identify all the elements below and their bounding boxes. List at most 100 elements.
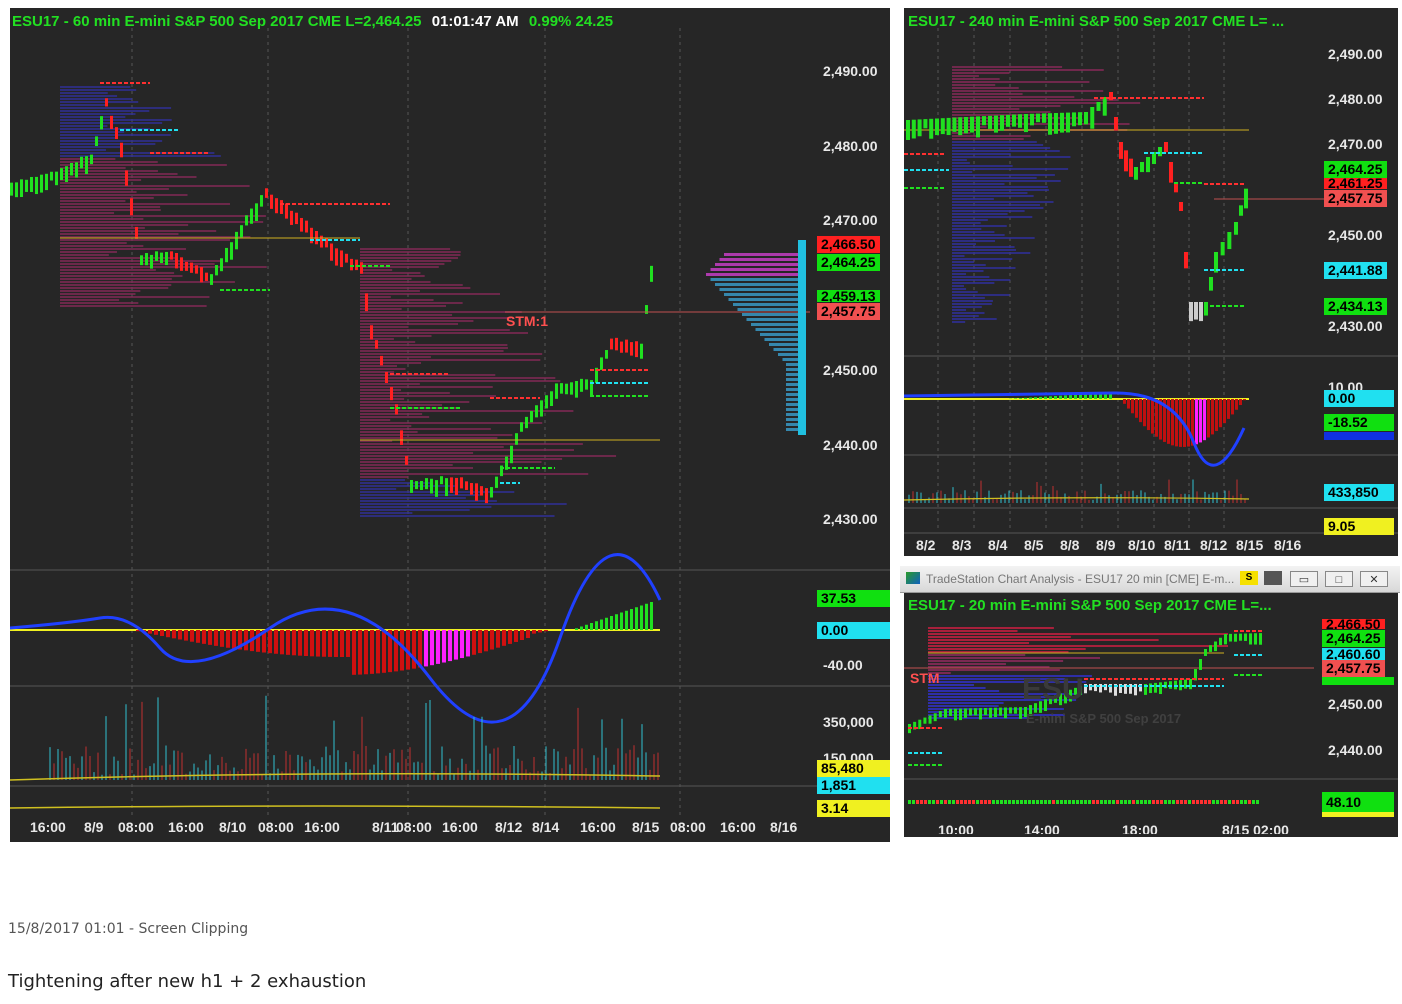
volume-profile-bar xyxy=(360,503,567,505)
candle xyxy=(75,162,78,178)
oscillator-bar xyxy=(1156,800,1159,804)
candle xyxy=(1204,649,1207,656)
oscillator-bar xyxy=(1079,394,1082,399)
candle xyxy=(650,265,653,282)
candle xyxy=(1184,252,1188,269)
time-axis-label: 8/4 xyxy=(988,537,1008,553)
candle xyxy=(1114,117,1118,131)
volume-profile-bar xyxy=(60,197,154,199)
oscillator-bar xyxy=(1216,800,1219,804)
volume-profile-bar xyxy=(952,276,990,278)
candle xyxy=(1014,707,1017,714)
candle xyxy=(515,433,518,445)
volume-profile-bar xyxy=(360,344,508,346)
chart-20-window-titlebar[interactable]: TradeStation Chart Analysis - ESU17 20 m… xyxy=(900,566,1400,593)
candle xyxy=(90,154,93,165)
volume-profile-bar xyxy=(60,305,207,307)
close-button[interactable]: ✕ xyxy=(1360,571,1388,587)
volume-profile-bar xyxy=(952,66,1063,68)
oscillator-bar xyxy=(286,630,290,655)
candle xyxy=(1199,302,1203,322)
candle xyxy=(984,708,987,716)
volume-profile-bar xyxy=(60,299,120,301)
volume-profile-bar xyxy=(360,425,412,427)
oscillator-bar xyxy=(1032,800,1035,804)
main-chart-canvas[interactable] xyxy=(10,8,890,842)
oscillator-bar xyxy=(352,630,356,675)
oscillator-bar xyxy=(920,800,923,804)
minimize-button[interactable]: ▭ xyxy=(1290,571,1318,587)
candle xyxy=(1184,679,1187,689)
volume-profile-bar xyxy=(60,191,137,193)
grid-icon[interactable] xyxy=(1264,571,1282,585)
oscillator-bar xyxy=(244,630,248,651)
candle xyxy=(375,340,378,349)
tpo-profile xyxy=(724,253,806,256)
candle xyxy=(135,226,138,239)
candle xyxy=(1084,112,1088,125)
oscillator-bar xyxy=(635,607,638,630)
oscillator-bar xyxy=(1108,800,1111,804)
time-axis-label: 08:00 xyxy=(396,819,432,835)
oscillator-bar xyxy=(640,605,643,630)
candle xyxy=(160,252,163,264)
main-chart-panel[interactable]: ESU17 - 60 min E-mini S&P 500 Sep 2017 C… xyxy=(10,8,890,842)
volume-profile-bar xyxy=(360,260,452,262)
s-icon[interactable]: S xyxy=(1240,571,1258,585)
volume-profile-bar xyxy=(952,72,1010,74)
candle xyxy=(185,261,188,271)
oscillator-bar xyxy=(1136,800,1139,804)
chart-20-panel[interactable]: ESU17 - 20 min E-mini S&P 500 Sep 2017 C… xyxy=(904,593,1398,837)
c240-osc-blue-bar xyxy=(1324,432,1394,440)
c240-price-label: 2,490.00 xyxy=(1328,46,1383,62)
volume-profile-bar xyxy=(360,509,470,511)
oscillator-bar xyxy=(1248,800,1251,804)
time-axis-label: 08:00 xyxy=(118,819,154,835)
oscillator-bar xyxy=(1120,800,1123,804)
candle xyxy=(200,267,203,283)
oscillator-bar xyxy=(610,616,613,630)
oscillator-bar xyxy=(322,630,326,657)
oscillator-bar xyxy=(1244,800,1247,804)
candle xyxy=(1234,222,1238,235)
oscillator-zero-tag: 0.00 xyxy=(817,622,890,639)
volume-profile-bar xyxy=(60,95,118,97)
candle xyxy=(635,341,638,358)
volume-profile-bar xyxy=(952,180,1061,182)
volume-profile-bar xyxy=(952,162,970,164)
oscillator-bar xyxy=(1148,800,1151,804)
time-axis-label: 08:00 xyxy=(258,819,294,835)
oscillator-bar xyxy=(166,630,170,638)
oscillator-bar xyxy=(1064,395,1067,399)
time-axis-label: 16:00 xyxy=(30,819,66,835)
oscillator-bar xyxy=(1223,399,1226,424)
candle xyxy=(1199,659,1202,670)
candle xyxy=(450,477,453,493)
time-axis-label: 8/9 xyxy=(1096,537,1116,553)
candle xyxy=(982,116,986,126)
tpo-profile xyxy=(751,323,806,326)
candle xyxy=(1030,113,1034,126)
candle xyxy=(125,170,128,186)
volume-profile-bar xyxy=(928,660,1064,662)
oscillator-bar xyxy=(370,630,374,674)
candle xyxy=(1159,682,1162,695)
candle xyxy=(210,274,213,285)
chart-240-panel[interactable]: ESU17 - 240 min E-mini S&P 500 Sep 2017 … xyxy=(904,8,1398,556)
candle xyxy=(1072,112,1076,127)
candle xyxy=(405,455,408,465)
volume-high-label: 350,000 xyxy=(823,714,874,730)
volume-profile-bar xyxy=(60,212,115,214)
volume-profile-bar xyxy=(360,251,461,253)
oscillator-bar xyxy=(620,612,623,630)
oscillator-bar xyxy=(310,630,314,657)
oscillator-bar xyxy=(1124,800,1127,804)
time-axis-label: 16:00 xyxy=(168,819,204,835)
restore-button[interactable]: □ xyxy=(1325,571,1353,587)
volume-mid-label: 150,000 xyxy=(823,750,874,760)
oscillator-bar xyxy=(1176,800,1179,804)
volume-profile-bar xyxy=(360,305,447,307)
oscillator-bar xyxy=(1212,800,1215,804)
chart-240-canvas[interactable] xyxy=(904,8,1398,556)
candle xyxy=(1220,242,1225,256)
